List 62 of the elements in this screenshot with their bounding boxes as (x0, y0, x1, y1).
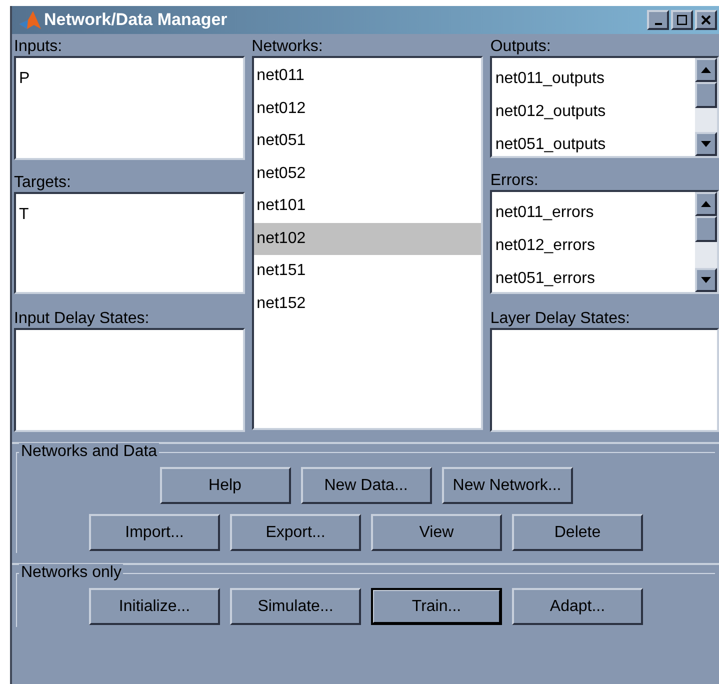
close-button[interactable] (695, 10, 717, 30)
list-label: Targets: (14, 174, 72, 192)
action-button[interactable]: View (371, 514, 502, 551)
list-item[interactable]: net052 (254, 158, 482, 190)
scrollbar[interactable] (695, 192, 718, 292)
list-item[interactable]: net012 (254, 92, 482, 125)
up-arrow-icon (701, 67, 712, 73)
list-item[interactable]: net011_outputs (492, 62, 696, 95)
action-button[interactable]: New Network... (442, 467, 572, 504)
action-button[interactable]: Initialize... (89, 588, 220, 625)
action-button[interactable]: Export... (230, 514, 361, 551)
action-button[interactable]: Help (160, 467, 290, 504)
scroll-up-button[interactable] (695, 192, 718, 216)
list-label: Outputs: (490, 38, 552, 56)
minimize-button[interactable] (647, 10, 669, 30)
list-label: Inputs: (14, 38, 64, 56)
list-item[interactable]: net151 (254, 255, 482, 288)
group-title: Networks only (19, 564, 124, 582)
action-button[interactable]: New Data... (300, 467, 432, 504)
scroll-down-button[interactable] (695, 268, 718, 292)
close-icon (701, 15, 711, 25)
list-box[interactable]: T (14, 192, 245, 294)
scroll-down-button[interactable] (695, 132, 718, 156)
maximize-button[interactable] (671, 10, 693, 30)
action-button[interactable]: Delete (512, 514, 643, 551)
list-item[interactable]: net012_outputs (492, 95, 696, 128)
list-label: Errors: (490, 172, 540, 190)
action-button[interactable]: Simulate... (230, 588, 361, 625)
app-logo-icon (18, 10, 42, 30)
action-button[interactable]: Adapt... (512, 588, 643, 625)
list-box[interactable]: net011 net012 net051 net052 net101 net102 net151 net152 (252, 56, 484, 430)
list-item[interactable]: net102 (254, 222, 482, 255)
list-item[interactable]: net101 (254, 190, 482, 222)
scrollbar[interactable] (695, 58, 718, 156)
list-item[interactable]: net012_errors (492, 229, 696, 262)
list-label: Layer Delay States: (490, 310, 631, 328)
list-item[interactable]: net051_outputs (492, 128, 696, 161)
list-label: Networks: (252, 38, 324, 56)
list-label: Input Delay States: (14, 310, 150, 328)
list-box[interactable] (490, 328, 719, 432)
maximize-icon (677, 15, 687, 25)
up-arrow-icon (701, 201, 712, 207)
list-box[interactable] (14, 328, 245, 432)
minimize-icon (654, 23, 662, 25)
window-title: Network/Data Manager (44, 9, 228, 32)
list-item[interactable]: net051 (254, 125, 482, 158)
list-item[interactable]: net011 (254, 60, 482, 92)
list-item[interactable]: net051_errors (492, 262, 696, 295)
list-box[interactable]: net011_errors net012_errors net051_errors (490, 190, 719, 294)
list-item[interactable]: net011_errors (492, 196, 696, 229)
action-button[interactable]: Import... (89, 514, 220, 551)
scroll-up-button[interactable] (695, 58, 718, 82)
list-box[interactable]: P (14, 56, 245, 160)
down-arrow-icon (701, 141, 712, 147)
action-button[interactable]: Train... (371, 588, 502, 625)
list-item[interactable]: T (16, 198, 243, 231)
scroll-thumb[interactable] (695, 216, 718, 242)
scroll-thumb[interactable] (695, 82, 718, 108)
list-box[interactable]: net011_outputs net012_outputs net051_outputs (490, 56, 719, 158)
list-item[interactable]: P (16, 62, 243, 95)
down-arrow-icon (701, 277, 712, 283)
list-item[interactable]: net152 (254, 288, 482, 320)
